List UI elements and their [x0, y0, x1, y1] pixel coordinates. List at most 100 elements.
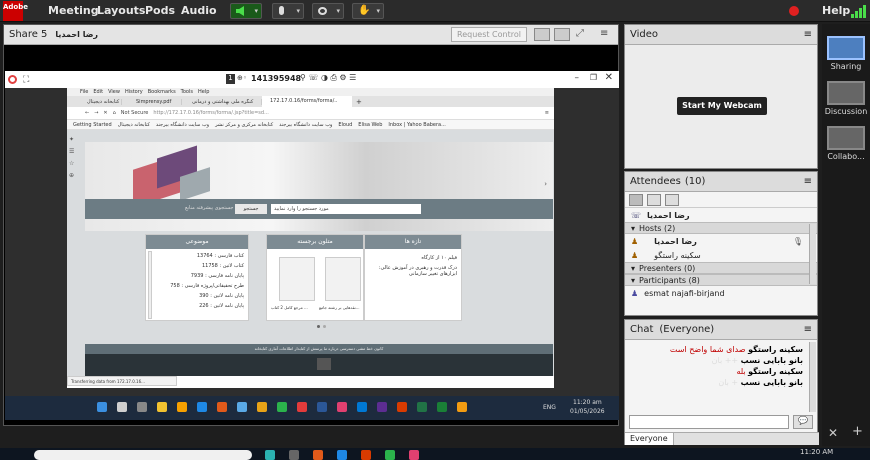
url-field[interactable]: http://172.17.0.16/forms/forma/.jsp?titl…	[153, 110, 269, 116]
browser-menu-tools[interactable]: Tools	[181, 89, 193, 95]
bookmark-8[interactable]: Inbox | Yahoo Babera...	[388, 122, 445, 128]
host-app-icon-3[interactable]	[313, 450, 323, 460]
breakout-view-icon[interactable]	[647, 193, 661, 206]
pod-menu-icon[interactable]: ≡	[804, 176, 812, 187]
book-cover-2[interactable]	[325, 257, 361, 301]
start-webcam-button[interactable]: Start My Webcam	[677, 97, 767, 115]
forward-icon[interactable]: →	[94, 110, 98, 116]
browser-sidebar-icons[interactable]: ✦ ☰ ☆ ⊕	[69, 134, 79, 182]
host-row-1[interactable]: ♟ رضا احمدیا 🎙	[625, 234, 817, 248]
attendees-scrollbar[interactable]	[809, 224, 816, 284]
book-title-1[interactable]: مرجع کامل 2 کتاب ...	[271, 305, 308, 310]
browser-menu-icon[interactable]: ≡	[545, 110, 549, 116]
subject-item-2[interactable]: کتاب لاتین : 11758	[154, 261, 248, 271]
windows-start-icon[interactable]	[97, 402, 107, 412]
maximize-icon[interactable]: ❐	[590, 73, 597, 82]
page-footer-links[interactable]: کانون خط مشی دسترسی درباره ما پرسش از کت…	[85, 344, 553, 354]
not-secure-label[interactable]: Not Secure	[121, 110, 149, 116]
app-icon-4[interactable]	[297, 402, 307, 412]
browser-tab-active[interactable]: 172.17.0.16/forms/forma/..	[262, 96, 352, 107]
webcam-button[interactable]: ▾	[312, 3, 344, 19]
folder-icon[interactable]	[177, 402, 187, 412]
browser-tab-1[interactable]: کتابخانه دیجیتال	[67, 98, 122, 105]
chat-input[interactable]	[629, 415, 789, 429]
subject-item-1[interactable]: کتاب فارسی : 13764	[154, 251, 248, 261]
host-app-icon-5[interactable]	[361, 450, 371, 460]
raise-hand-button[interactable]: ✋ ▾	[352, 3, 384, 19]
close-icon[interactable]: ✕	[605, 72, 613, 83]
search-icon[interactable]	[117, 402, 127, 412]
next-slide-icon[interactable]: ›	[544, 180, 547, 188]
host-search-box[interactable]	[34, 450, 252, 460]
host-row-2[interactable]: ♟ سکینه راستگو	[625, 248, 817, 262]
hosts-section[interactable]: ▾ Hosts (2)	[625, 222, 817, 234]
menu-audio[interactable]: Audio	[181, 4, 217, 17]
remote-language[interactable]: ENG	[543, 404, 556, 411]
search-button[interactable]: جستجو	[235, 204, 267, 214]
browser-menu-view[interactable]: View	[108, 89, 120, 95]
layout-collaboration[interactable]: Collabo...	[822, 126, 870, 161]
add-layout-icon[interactable]: +	[852, 424, 863, 439]
fullscreen-icon[interactable]: ⤢	[576, 28, 584, 39]
task-view-icon[interactable]	[137, 402, 147, 412]
participants-section[interactable]: ▾ Participants (8)	[625, 274, 817, 286]
participant-row-1[interactable]: ♟ esmat najafi-birjand	[625, 286, 817, 300]
bookmark-7[interactable]: Elisa Web	[358, 122, 382, 128]
subject-item-3[interactable]: پایان نامه فارسی : 7939	[154, 271, 248, 281]
expand-icon[interactable]: ⛶	[23, 75, 29, 85]
new-tab-icon[interactable]: +	[356, 98, 362, 106]
app-icon-9[interactable]	[457, 402, 467, 412]
app-icon-2[interactable]	[257, 402, 267, 412]
chat-scrollbar[interactable]	[809, 342, 816, 412]
book-cover-1[interactable]	[279, 257, 315, 301]
tools-icon[interactable]: ✕	[828, 426, 838, 440]
list-view-icon[interactable]	[629, 193, 643, 206]
app-icon-8[interactable]	[417, 402, 427, 412]
host-app-icon-4[interactable]	[337, 450, 347, 460]
send-message-button[interactable]: 💬	[793, 415, 813, 429]
search-input[interactable]: مورد جستجو را وارد نمایید	[271, 204, 421, 214]
bookmark-2[interactable]: کتابخانه دیجیتال	[118, 122, 150, 128]
menu-meeting[interactable]: Meeting	[48, 4, 99, 17]
acrobat-icon[interactable]	[397, 402, 407, 412]
subject-item-6[interactable]: پایان نامه لاتین : 226	[154, 301, 248, 311]
browser-tab-3[interactable]: کنگره ملی بهداشتی و درمانی	[182, 98, 262, 105]
app-icon-3[interactable]	[277, 402, 287, 412]
excel-icon[interactable]	[437, 402, 447, 412]
microphone-button[interactable]: ▾	[272, 3, 304, 19]
bookmark-3[interactable]: وب سایت دانشگاه بیرجند	[156, 122, 209, 128]
book-title-2[interactable]: نقدهایی بر رشته جامع...	[319, 305, 360, 310]
layout-sharing[interactable]: Sharing	[822, 36, 870, 71]
bookmark-4[interactable]: کتابخانه مرکزی و مرکز نشر	[215, 122, 273, 128]
host-app-icon-2[interactable]	[289, 450, 299, 460]
browser-menu-help[interactable]: Help	[198, 89, 209, 95]
presenters-section[interactable]: ▾ Presenters (0)	[625, 262, 817, 274]
menu-help[interactable]: Help	[822, 4, 850, 17]
pod-menu-icon[interactable]: ≡	[600, 28, 608, 39]
chat-tab-everyone[interactable]: Everyone	[625, 433, 674, 445]
word-icon[interactable]	[317, 402, 327, 412]
app-icon-6[interactable]	[357, 402, 367, 412]
speaker-button[interactable]: ▾	[230, 3, 262, 19]
me-row[interactable]: ☏ رضا احمدیا	[625, 208, 817, 222]
host-app-icon-7[interactable]	[409, 450, 419, 460]
status-view-icon[interactable]	[665, 193, 679, 206]
browser-menu-file[interactable]: File	[80, 89, 88, 95]
file-explorer-icon[interactable]	[157, 402, 167, 412]
fit-screen-icon[interactable]	[554, 28, 570, 41]
card-news-item-1[interactable]: فیلم ۱۰ از کارگاه	[365, 253, 461, 263]
pod-menu-icon[interactable]: ≡	[804, 29, 812, 40]
menu-layouts[interactable]: Layouts	[97, 4, 145, 17]
subjects-scrollbar[interactable]	[148, 251, 152, 319]
menu-pods[interactable]: Pods	[145, 4, 175, 17]
carousel-dot-1[interactable]	[317, 325, 320, 328]
bookmark-1[interactable]: Getting Started	[73, 122, 112, 128]
layout-discussion[interactable]: Discussion	[822, 81, 870, 116]
bookmark-5[interactable]: وب سایت دانشگاه بیرجند	[279, 122, 332, 128]
reload-icon[interactable]: ✕	[103, 110, 107, 116]
fit-width-icon[interactable]	[534, 28, 550, 41]
browser-tab-2[interactable]: Simprensy.pdf	[122, 98, 182, 105]
subject-item-5[interactable]: پایان نامه لاتین : 390	[154, 291, 248, 301]
bookmark-6[interactable]: Eloud	[338, 122, 352, 128]
host-app-icon-1[interactable]	[265, 450, 275, 460]
